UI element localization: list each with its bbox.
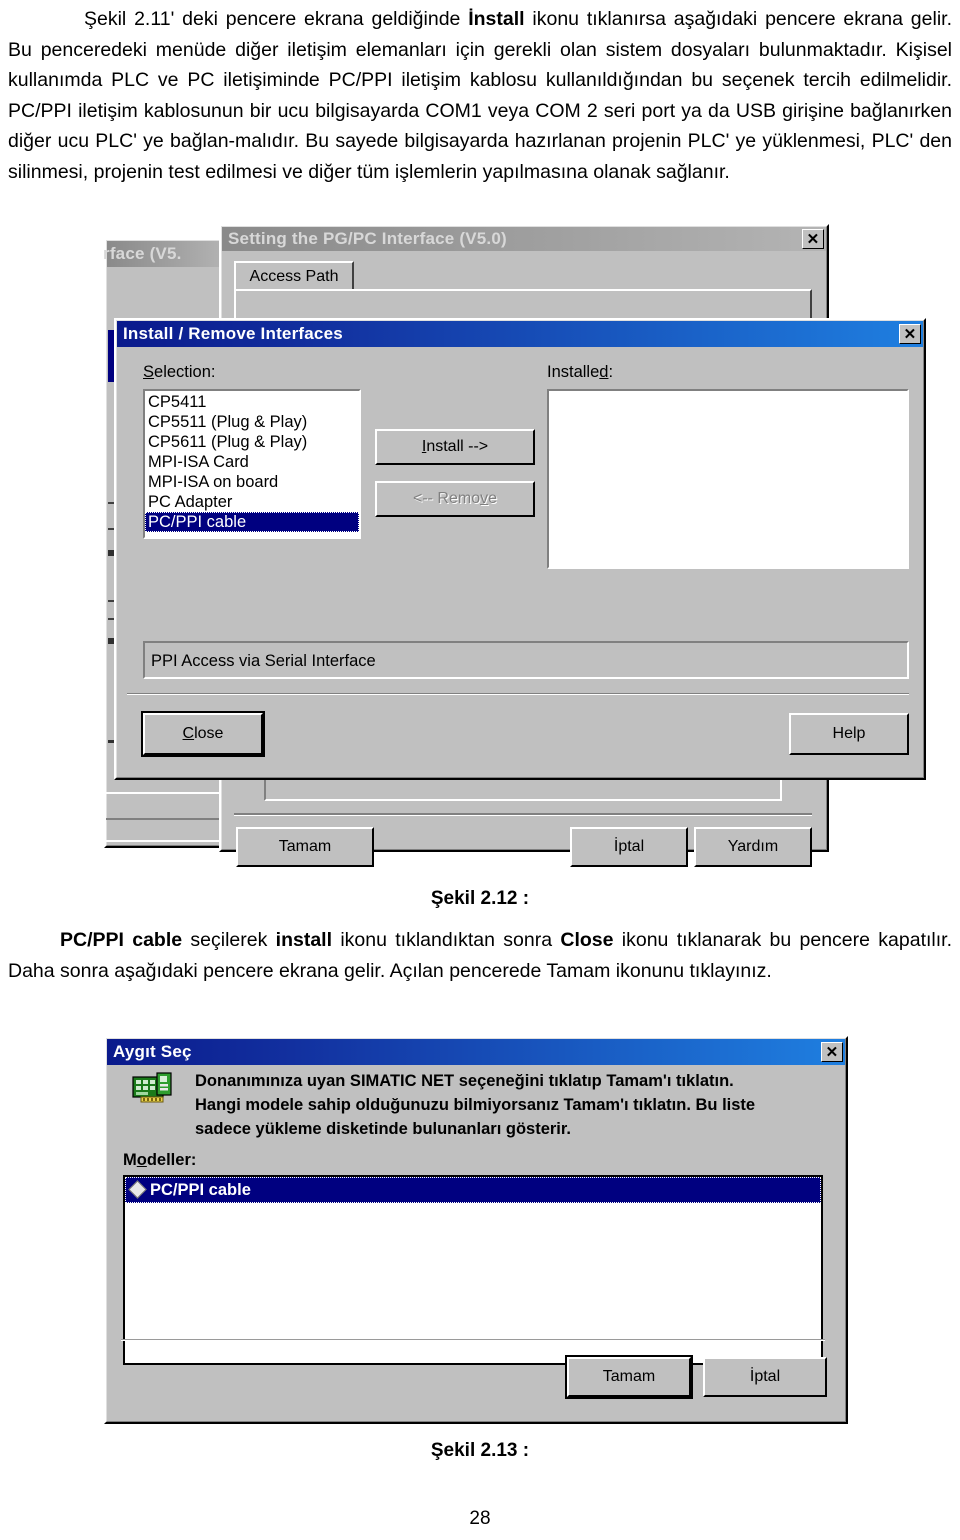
p2-bold-install: install xyxy=(275,929,333,951)
aygit-sec-cancel-button[interactable]: İptal xyxy=(703,1357,827,1397)
aygit-sec-cancel-label: İptal xyxy=(749,1368,781,1385)
pgpc-tabstrip: Access Path xyxy=(234,261,812,291)
p2-bold-pcppi: PC/PPI cable xyxy=(60,929,183,951)
p2-text-1: seçilerek xyxy=(182,929,276,951)
aygit-sec-ok-label: Tamam xyxy=(602,1368,656,1385)
installed-listbox[interactable] xyxy=(547,389,909,569)
pgpc-ok-label: Tamam xyxy=(278,838,332,855)
pgpc-separator xyxy=(234,813,812,816)
help-button-label: Help xyxy=(832,725,866,742)
dialog-separator xyxy=(127,693,909,695)
intro-bold-install: İnstall xyxy=(468,8,525,30)
aygit-sec-message: Donanımınıza uyan SIMATIC NET seçeneğini… xyxy=(195,1069,815,1141)
list-item[interactable]: PC Adapter xyxy=(145,492,359,512)
aygit-sec-separator xyxy=(121,1339,825,1341)
close-icon[interactable]: ✕ xyxy=(899,324,921,344)
status-field: PPI Access via Serial Interface xyxy=(143,641,909,679)
p2-text-2: ikonu tıklandıktan sonra xyxy=(332,929,561,951)
models-listbox[interactable]: PC/PPI cable xyxy=(123,1175,823,1365)
install-remove-titlebar: Install / Remove Interfaces ✕ xyxy=(117,321,923,347)
pgpc-cancel-label: İptal xyxy=(613,838,645,855)
pgpc-help-button[interactable]: Yardım xyxy=(694,827,812,867)
install-button[interactable]: Install --> xyxy=(375,429,535,465)
network-card-icon xyxy=(132,1072,172,1103)
figure-caption-2-12: Şekil 2.12 : xyxy=(430,888,530,909)
list-item-selected[interactable]: PC/PPI cable xyxy=(145,512,359,532)
tab-access-path[interactable]: Access Path xyxy=(234,261,354,291)
close-icon[interactable]: ✕ xyxy=(802,229,824,249)
install-button-label: Install --> xyxy=(421,438,489,455)
models-label: Modeller: xyxy=(123,1151,197,1169)
models-list-item-selected[interactable]: PC/PPI cable xyxy=(125,1177,821,1203)
background-window-left-title: rface (V5. xyxy=(103,244,182,263)
message-line: sadece yükleme disketinde bulunanları gö… xyxy=(195,1120,571,1138)
list-item[interactable]: CP5611 (Plug & Play) xyxy=(145,432,359,452)
intro-text-part-2: ikonu tıklanırsa aşağıdaki pencere ekran… xyxy=(8,8,953,183)
aygit-sec-dialog[interactable]: Aygıt Seç ✕ Donanımınıza uyan SIMATIC NE… xyxy=(104,1036,848,1424)
status-text: PPI Access via Serial Interface xyxy=(151,652,376,670)
page-number: 28 xyxy=(469,1508,491,1529)
remove-button: <-- Remove xyxy=(375,481,535,517)
list-item[interactable]: CP5511 (Plug & Play) xyxy=(145,412,359,432)
aygit-sec-title: Aygıt Seç xyxy=(113,1042,192,1061)
message-line: Hangi modele sahip olduğunuzu bilmiyorsa… xyxy=(195,1096,756,1114)
pgpc-cancel-button[interactable]: İptal xyxy=(570,827,688,867)
selection-label: Selection: xyxy=(143,363,216,381)
listbox-items: CP5411 CP5511 (Plug & Play) CP5611 (Plug… xyxy=(145,391,359,532)
installed-label: Installed: xyxy=(547,363,614,381)
selection-listbox[interactable]: CP5411 CP5511 (Plug & Play) CP5611 (Plug… xyxy=(143,389,361,539)
intro-text-part-1: Şekil 2.11' deki pencere ekrana geldiğin… xyxy=(84,8,469,30)
message-line: Donanımınıza uyan SIMATIC NET seçeneğini… xyxy=(195,1072,734,1090)
pgpc-help-label: Yardım xyxy=(727,838,779,855)
list-item[interactable]: CP5411 xyxy=(145,392,359,412)
install-remove-title: Install / Remove Interfaces xyxy=(123,324,343,343)
intro-paragraph: Şekil 2.11' deki pencere ekrana geldiğin… xyxy=(8,4,952,187)
background-window-left-titlebar: rface (V5. xyxy=(103,241,226,267)
p2-bold-close: Close xyxy=(560,929,614,951)
pgpc-window-title: Setting the PG/PC Interface (V5.0) xyxy=(228,229,507,248)
diamond-bullet-icon xyxy=(128,1179,147,1199)
close-button[interactable]: Close xyxy=(141,711,265,757)
list-item[interactable]: MPI-ISA on board xyxy=(145,472,359,492)
pgpc-ok-button[interactable]: Tamam xyxy=(236,827,374,867)
remove-button-label: <-- Remove xyxy=(412,490,498,507)
tab-access-path-label: Access Path xyxy=(249,268,339,285)
close-button-label: Close xyxy=(182,725,224,742)
list-item[interactable]: MPI-ISA Card xyxy=(145,452,359,472)
help-button[interactable]: Help xyxy=(789,713,909,755)
figure-caption-2-13: Şekil 2.13 : xyxy=(430,1440,530,1461)
aygit-sec-ok-button[interactable]: Tamam xyxy=(565,1355,693,1399)
pgpc-titlebar: Setting the PG/PC Interface (V5.0) ✕ xyxy=(222,227,826,251)
close-icon[interactable]: ✕ xyxy=(821,1042,843,1062)
models-list-item-label: PC/PPI cable xyxy=(150,1180,251,1199)
paragraph-2: PC/PPI cable seçilerek install ikonu tık… xyxy=(8,925,952,986)
aygit-sec-titlebar: Aygıt Seç ✕ xyxy=(107,1039,845,1065)
install-remove-interfaces-dialog[interactable]: Install / Remove Interfaces ✕ Selection:… xyxy=(114,318,926,780)
